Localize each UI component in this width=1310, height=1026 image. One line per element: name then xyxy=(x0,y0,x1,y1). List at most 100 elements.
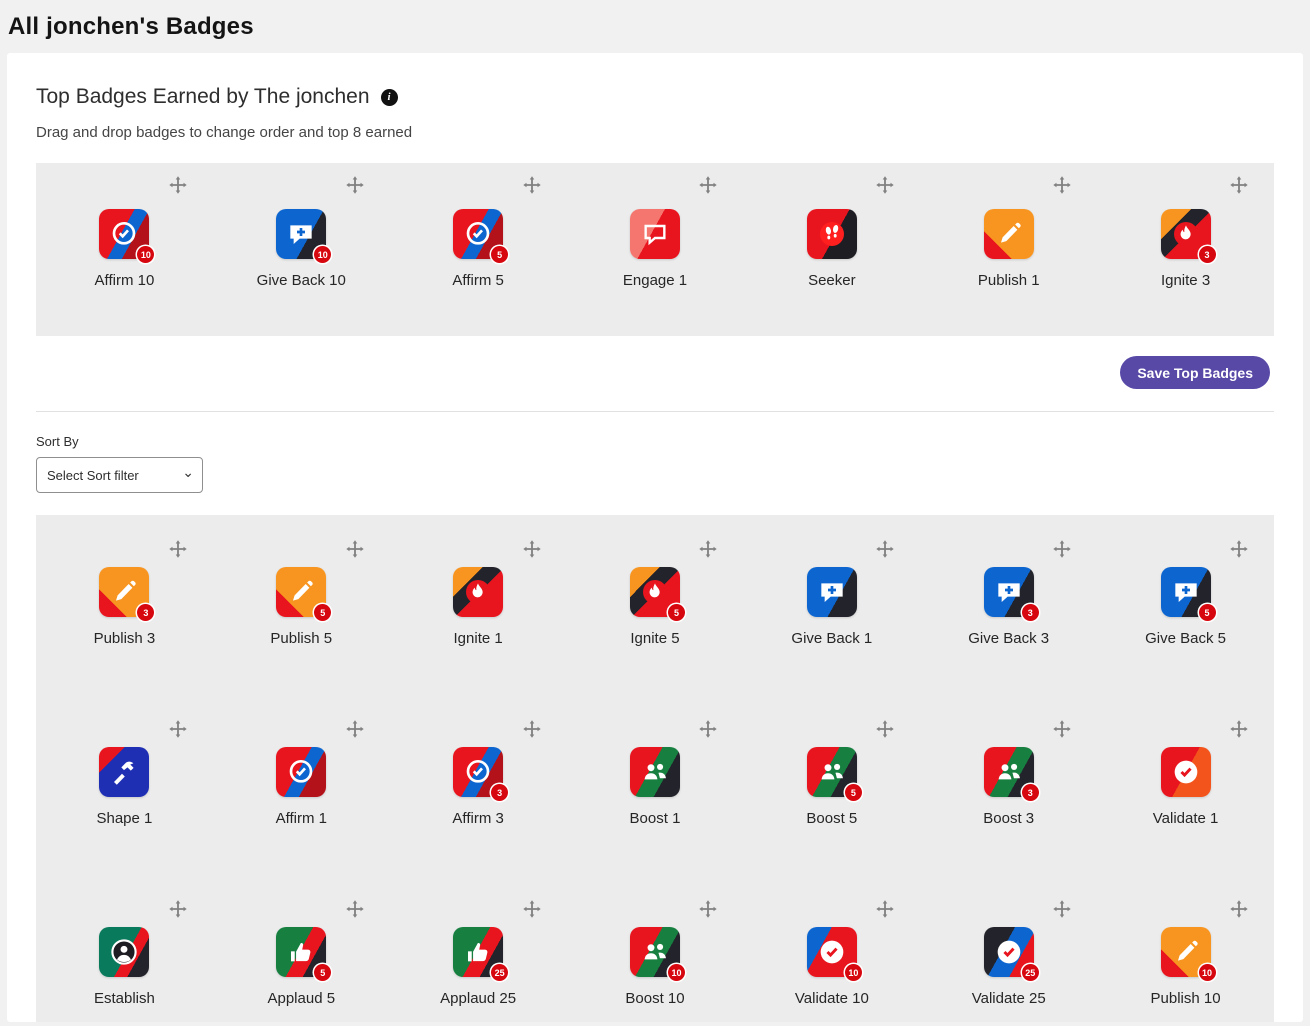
badge-label: Boost 5 xyxy=(806,810,858,827)
badge-cell: 10 Give Back 10 xyxy=(213,163,390,336)
badge-count-bubble: 5 xyxy=(491,246,509,263)
save-top-badges-button[interactable]: Save Top Badges xyxy=(1120,356,1270,389)
info-icon[interactable]: i xyxy=(380,88,398,106)
drag-move-icon[interactable] xyxy=(1228,718,1250,740)
sort-select-wrap: Select Sort filter ⌄ xyxy=(36,457,203,493)
ignite-badge-icon[interactable]: 5 xyxy=(629,567,685,621)
drag-move-icon[interactable] xyxy=(697,898,719,920)
sort-filter-select[interactable]: Select Sort filter xyxy=(36,457,203,493)
badge-count-bubble: 3 xyxy=(491,784,509,801)
affirm-badge-icon[interactable]: 10 xyxy=(99,209,155,263)
badge-label: Affirm 3 xyxy=(452,810,504,827)
badge-label: Publish 3 xyxy=(93,630,156,647)
badge-label: Shape 1 xyxy=(96,810,153,827)
drag-move-icon[interactable] xyxy=(697,538,719,560)
drag-move-icon[interactable] xyxy=(697,718,719,740)
giveback-badge-icon[interactable]: 10 xyxy=(276,209,332,263)
drag-move-icon[interactable] xyxy=(1051,898,1073,920)
seeker-badge-icon[interactable] xyxy=(806,209,857,259)
badge-cell: Ignite 1 xyxy=(390,527,567,707)
badges-grid-row-3: Establish 5 Applaud 5 25 Applaud 25 10 Boost 1… xyxy=(36,887,1274,1022)
drag-move-icon[interactable] xyxy=(167,898,189,920)
drag-move-icon[interactable] xyxy=(697,174,719,196)
drag-move-icon[interactable] xyxy=(1051,174,1073,196)
drag-move-icon[interactable] xyxy=(521,718,543,740)
badge-count-bubble: 25 xyxy=(491,964,509,981)
drag-move-icon[interactable] xyxy=(1051,538,1073,560)
drag-move-icon[interactable] xyxy=(874,174,896,196)
badge-label: Publish 10 xyxy=(1150,990,1221,1007)
affirm-badge-icon[interactable] xyxy=(276,747,327,797)
publish-badge-icon[interactable]: 5 xyxy=(276,567,332,621)
badge-label: Applaud 5 xyxy=(267,990,336,1007)
engage-badge-icon[interactable] xyxy=(629,209,680,259)
drag-move-icon[interactable] xyxy=(344,174,366,196)
ignite-badge-icon[interactable] xyxy=(453,567,504,617)
badge-label: Ignite 1 xyxy=(453,630,503,647)
drag-move-icon[interactable] xyxy=(874,898,896,920)
badge-count-bubble: 3 xyxy=(1198,246,1216,263)
giveback-badge-icon[interactable] xyxy=(806,567,857,617)
drag-move-icon[interactable] xyxy=(344,898,366,920)
badge-cell: Affirm 1 xyxy=(213,707,390,887)
drag-move-icon[interactable] xyxy=(167,538,189,560)
drag-move-icon[interactable] xyxy=(521,174,543,196)
drag-move-icon[interactable] xyxy=(344,718,366,740)
badge-count-bubble: 5 xyxy=(844,784,862,801)
badge-cell: 3 Boost 3 xyxy=(920,707,1097,887)
page-header: All jonchen's Badges xyxy=(0,0,1310,53)
publish-badge-icon[interactable]: 10 xyxy=(1160,927,1216,981)
ignite-badge-icon[interactable]: 3 xyxy=(1160,209,1216,263)
badge-cell: 5 Ignite 5 xyxy=(567,527,744,707)
badge-cell: Seeker xyxy=(743,163,920,336)
drag-move-icon[interactable] xyxy=(874,538,896,560)
validate1-badge-icon[interactable] xyxy=(1160,747,1211,797)
save-row: Save Top Badges xyxy=(36,336,1274,411)
applaud-badge-icon[interactable]: 5 xyxy=(276,927,332,981)
establish-badge-icon[interactable] xyxy=(99,927,150,977)
publish-badge-icon[interactable] xyxy=(983,209,1034,259)
drag-move-icon[interactable] xyxy=(167,718,189,740)
badge-cell: 10 Affirm 10 xyxy=(36,163,213,336)
badge-cell: Publish 1 xyxy=(920,163,1097,336)
drag-move-icon[interactable] xyxy=(521,898,543,920)
publish-badge-icon[interactable]: 3 xyxy=(99,567,155,621)
top-badges-row: 10 Affirm 10 10 Give Back 10 5 Affirm 5 Engage… xyxy=(36,163,1274,336)
drag-move-icon[interactable] xyxy=(344,538,366,560)
badges-card: Top Badges Earned by The jonchen i Drag … xyxy=(7,53,1303,1022)
badge-cell: Give Back 1 xyxy=(743,527,920,707)
drag-move-icon[interactable] xyxy=(167,174,189,196)
drag-move-icon[interactable] xyxy=(521,538,543,560)
badge-count-bubble: 5 xyxy=(314,964,332,981)
drag-move-icon[interactable] xyxy=(1228,898,1250,920)
drag-move-icon[interactable] xyxy=(1228,174,1250,196)
badge-cell: 5 Affirm 5 xyxy=(390,163,567,336)
top-badges-header: Top Badges Earned by The jonchen i xyxy=(36,85,1274,109)
boost-badge-icon[interactable]: 3 xyxy=(983,747,1039,801)
applaud-badge-icon[interactable]: 25 xyxy=(453,927,509,981)
boost-badge-icon[interactable]: 10 xyxy=(629,927,685,981)
boost-badge-icon[interactable]: 5 xyxy=(806,747,862,801)
validate25-badge-icon[interactable]: 25 xyxy=(983,927,1039,981)
page-title: All jonchen's Badges xyxy=(8,13,254,40)
badge-cell: Shape 1 xyxy=(36,707,213,887)
drag-move-icon[interactable] xyxy=(1228,538,1250,560)
badge-cell: 3 Ignite 3 xyxy=(1097,163,1274,336)
badge-label: Give Back 5 xyxy=(1145,630,1226,647)
affirm-badge-icon[interactable]: 3 xyxy=(453,747,509,801)
drag-move-icon[interactable] xyxy=(1051,718,1073,740)
validate10-badge-icon[interactable]: 10 xyxy=(806,927,862,981)
badge-count-bubble: 3 xyxy=(1021,604,1039,621)
shape-badge-icon[interactable] xyxy=(99,747,150,797)
drag-move-icon[interactable] xyxy=(874,718,896,740)
badge-label: Boost 10 xyxy=(625,990,685,1007)
giveback-badge-icon[interactable]: 5 xyxy=(1160,567,1216,621)
badge-count-bubble: 25 xyxy=(1021,964,1039,981)
giveback-badge-icon[interactable]: 3 xyxy=(983,567,1039,621)
badge-label: Validate 1 xyxy=(1152,810,1219,827)
badge-label: Validate 25 xyxy=(971,990,1046,1007)
affirm-badge-icon[interactable]: 5 xyxy=(453,209,509,263)
badge-cell: 5 Give Back 5 xyxy=(1097,527,1274,707)
badge-label: Applaud 25 xyxy=(440,990,517,1007)
boost-badge-icon[interactable] xyxy=(629,747,680,797)
